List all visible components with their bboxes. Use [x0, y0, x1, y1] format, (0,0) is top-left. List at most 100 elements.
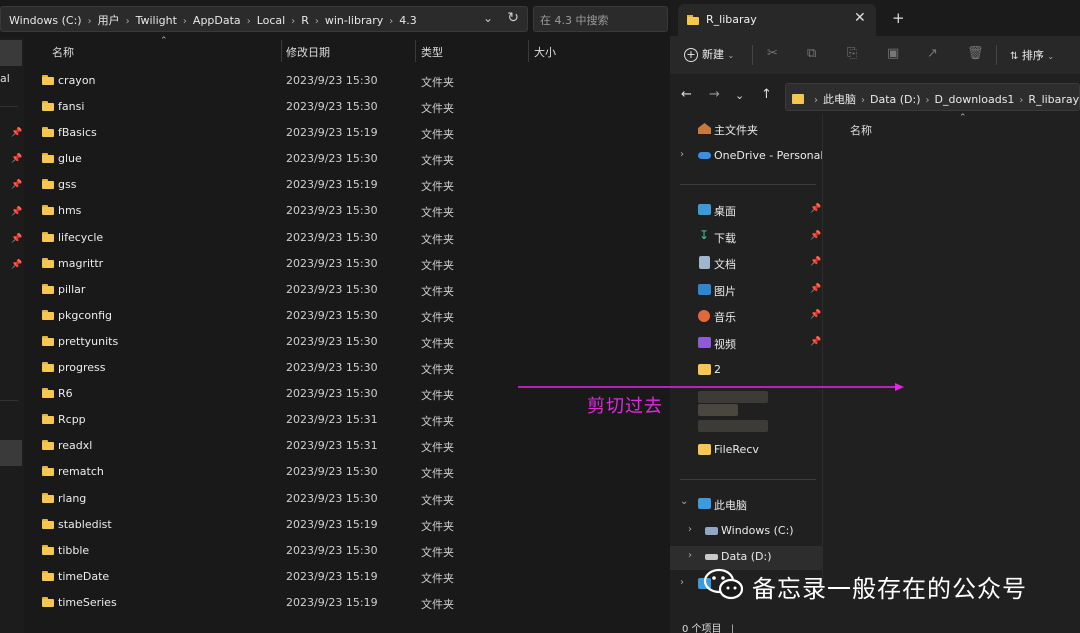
column-name[interactable]: 名称 — [52, 44, 74, 60]
sidebar-item-downloads[interactable]: ↧ 下载 📌 — [670, 226, 822, 250]
chevron-right-icon[interactable]: › — [247, 16, 251, 27]
chevron-down-icon[interactable]: ⌄ — [680, 496, 688, 507]
breadcrumb-item[interactable]: Local — [257, 14, 286, 27]
breadcrumb-item[interactable]: win-library — [325, 14, 383, 27]
file-row[interactable]: rematch 2023/9/23 15:30 文件夹 — [26, 459, 668, 485]
sidebar-item-pictures[interactable]: 图片 📌 — [670, 279, 822, 303]
back-arrow-icon[interactable]: ← — [681, 87, 692, 102]
chevron-right-icon[interactable]: › — [389, 16, 393, 27]
chevron-right-icon[interactable]: › — [315, 16, 319, 27]
pin-icon[interactable]: 📌 — [810, 337, 821, 347]
up-arrow-icon[interactable]: ↑ — [761, 87, 772, 102]
column-divider[interactable] — [415, 40, 416, 62]
breadcrumb-item[interactable]: AppData — [193, 14, 241, 27]
file-row[interactable]: tibble 2023/9/23 15:30 文件夹 — [26, 538, 668, 564]
delete-icon[interactable]: 🗑 — [967, 46, 984, 61]
file-row[interactable]: Rcpp 2023/9/23 15:31 文件夹 — [26, 407, 668, 433]
breadcrumb-item[interactable]: 此电脑 — [823, 93, 856, 106]
item-count: 0 个项目 — [682, 624, 722, 633]
pin-icon[interactable]: 📌 — [810, 310, 821, 320]
close-icon[interactable]: ✕ — [854, 10, 866, 26]
file-row[interactable]: readxl 2023/9/23 15:31 文件夹 — [26, 433, 668, 459]
chevron-right-icon[interactable]: › — [680, 149, 684, 160]
right-breadcrumb[interactable]: › 此电脑 › Data (D:) › D_downloads1 › R_libaray — [792, 91, 1079, 107]
sidebar-item-onedrive[interactable]: › OneDrive - Personal — [670, 145, 823, 169]
pin-icon[interactable]: 📌 — [810, 231, 821, 241]
breadcrumb-item[interactable]: Twilight — [136, 14, 177, 27]
file-row[interactable]: fansi 2023/9/23 15:30 文件夹 — [26, 94, 668, 120]
cut-icon[interactable]: ✂ — [767, 46, 778, 61]
file-row[interactable]: stabledist 2023/9/23 15:19 文件夹 — [26, 512, 668, 538]
sidebar-item-filerecv[interactable]: FileRecv — [670, 439, 822, 463]
file-row[interactable]: hms 2023/9/23 15:30 文件夹 — [26, 198, 668, 224]
file-row[interactable]: timeDate 2023/9/23 15:19 文件夹 — [26, 564, 668, 590]
column-divider[interactable] — [528, 40, 529, 62]
chevron-down-icon[interactable]: ⌄ — [483, 11, 493, 25]
left-breadcrumb[interactable]: Windows (C:) › 用户 › Twilight › AppData › Local › R… — [9, 12, 417, 28]
column-divider[interactable] — [281, 40, 282, 62]
sidebar-item-music[interactable]: 音乐 📌 — [670, 305, 822, 329]
sidebar-item-documents[interactable]: 文档 📌 — [670, 252, 822, 276]
sidebar-item-thispc[interactable]: ⌄ 此电脑 — [670, 493, 822, 517]
sidebar-item-home[interactable]: 主文件夹 — [670, 118, 822, 142]
nav-selected-item[interactable] — [0, 40, 22, 66]
file-row[interactable]: gss 2023/9/23 15:19 文件夹 — [26, 172, 668, 198]
breadcrumb-item[interactable]: D_downloads1 — [935, 93, 1015, 106]
new-tab-button[interactable]: + — [892, 9, 905, 27]
divider — [0, 400, 18, 401]
left-address-bar[interactable]: Windows (C:) › 用户 › Twilight › AppData › Local › R… — [0, 6, 528, 32]
paste-icon[interactable]: ⎘ — [847, 46, 857, 61]
sidebar-item-drive-d[interactable]: › Data (D:) — [670, 546, 822, 570]
pane-divider[interactable] — [822, 114, 823, 594]
column-name[interactable]: 名称 — [850, 122, 872, 138]
chevron-right-icon[interactable]: › — [688, 550, 692, 561]
recent-chevron-icon[interactable]: ⌄ — [735, 89, 744, 102]
sidebar-item-drive-c[interactable]: › Windows (C:) — [670, 520, 822, 544]
chevron-right-icon[interactable]: › — [1019, 95, 1023, 106]
file-row[interactable]: rlang 2023/9/23 15:30 文件夹 — [26, 486, 668, 512]
rename-icon[interactable]: ▣ — [887, 46, 899, 61]
left-search-input[interactable]: 在 4.3 中搜索 — [533, 6, 668, 32]
share-icon[interactable]: ↗ — [927, 46, 938, 61]
breadcrumb-item[interactable]: 用户 — [98, 14, 120, 27]
chevron-right-icon[interactable]: › — [814, 95, 818, 106]
sidebar-item-desktop[interactable]: 桌面 📌 — [670, 199, 822, 223]
breadcrumb-item[interactable]: R_libaray — [1028, 93, 1079, 106]
chevron-right-icon[interactable]: › — [88, 16, 92, 27]
file-row[interactable]: timeSeries 2023/9/23 15:19 文件夹 — [26, 590, 668, 616]
column-date[interactable]: 修改日期 — [286, 44, 330, 60]
breadcrumb-item[interactable]: 4.3 — [399, 14, 417, 27]
refresh-icon[interactable]: ↻ — [507, 10, 519, 26]
file-row[interactable]: prettyunits 2023/9/23 15:30 文件夹 — [26, 329, 668, 355]
column-type[interactable]: 类型 — [421, 44, 443, 60]
new-button[interactable]: + 新建 ⌄ — [684, 46, 734, 62]
chevron-right-icon[interactable]: › — [291, 16, 295, 27]
copy-icon[interactable]: ⧉ — [807, 46, 816, 61]
file-row[interactable]: glue 2023/9/23 15:30 文件夹 — [26, 146, 668, 172]
file-row[interactable]: magrittr 2023/9/23 15:30 文件夹 — [26, 251, 668, 277]
pin-icon[interactable]: 📌 — [810, 257, 821, 267]
breadcrumb-item[interactable]: R — [301, 14, 309, 27]
file-row[interactable]: crayon 2023/9/23 15:30 文件夹 — [26, 68, 668, 94]
chevron-right-icon[interactable]: › — [926, 95, 930, 106]
right-address-bar[interactable]: › 此电脑 › Data (D:) › D_downloads1 › R_libaray — [785, 83, 1080, 111]
forward-arrow-icon[interactable]: → — [709, 87, 720, 102]
chevron-right-icon[interactable]: › — [183, 16, 187, 27]
breadcrumb-item[interactable]: Windows (C:) — [9, 14, 82, 27]
file-row[interactable]: pillar 2023/9/23 15:30 文件夹 — [26, 277, 668, 303]
chevron-right-icon[interactable]: › — [861, 95, 865, 106]
nav-selected-item[interactable] — [0, 440, 22, 466]
tab-r-libaray[interactable]: R_libaray ✕ — [678, 4, 876, 36]
file-row[interactable]: fBasics 2023/9/23 15:19 文件夹 — [26, 120, 668, 146]
file-row[interactable]: pkgconfig 2023/9/23 15:30 文件夹 — [26, 303, 668, 329]
chevron-right-icon[interactable]: › — [688, 524, 692, 535]
breadcrumb-item[interactable]: Data (D:) — [870, 93, 921, 106]
column-size[interactable]: 大小 — [534, 44, 556, 60]
chevron-right-icon[interactable]: › — [680, 577, 684, 588]
pin-icon[interactable]: 📌 — [810, 204, 821, 214]
chevron-right-icon[interactable]: › — [126, 16, 130, 27]
file-row[interactable]: lifecycle 2023/9/23 15:30 文件夹 — [26, 225, 668, 251]
sidebar-item-videos[interactable]: 视频 📌 — [670, 332, 822, 356]
pin-icon[interactable]: 📌 — [810, 284, 821, 294]
sort-button[interactable]: ⇅ 排序 ⌄ — [1010, 47, 1054, 63]
